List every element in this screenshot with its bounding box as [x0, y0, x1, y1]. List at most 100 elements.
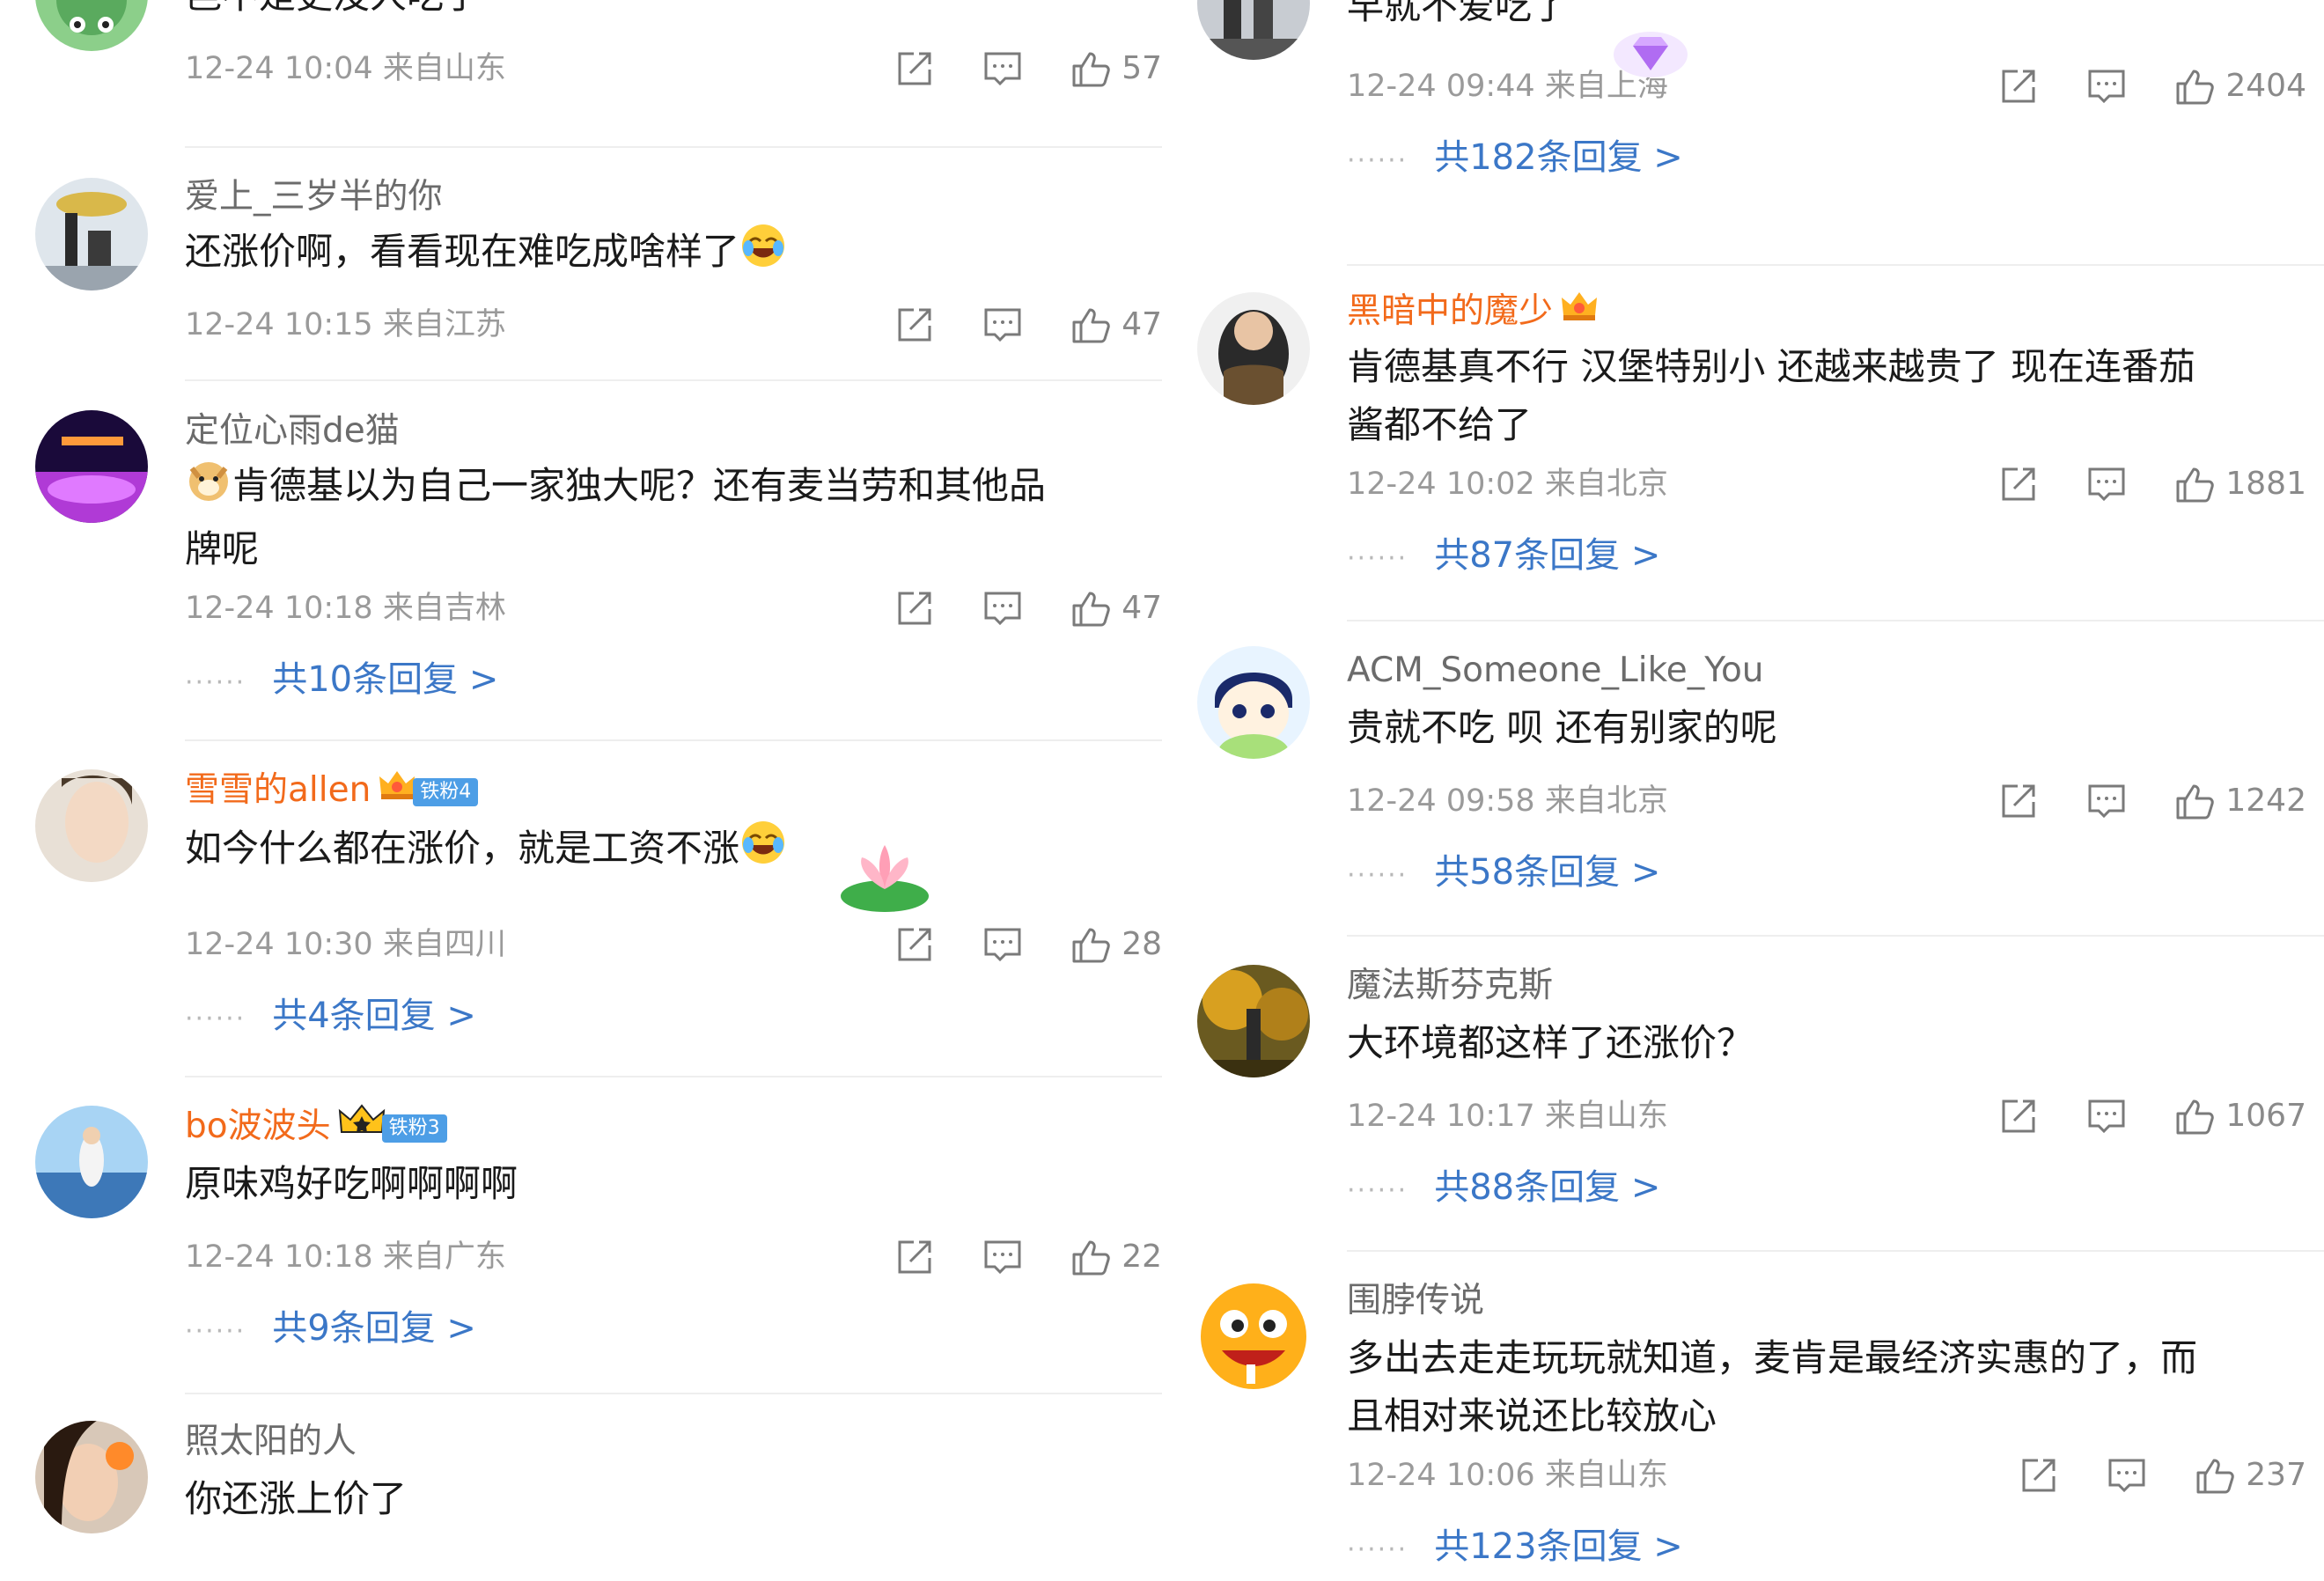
- view-replies-link[interactable]: ······ 共58条回复 >: [1347, 842, 2306, 903]
- divider: [185, 739, 1162, 741]
- avatar[interactable]: [1197, 965, 1310, 1077]
- like-icon[interactable]: [1070, 1237, 1111, 1277]
- user-name[interactable]: 围脖传说: [1347, 1276, 2306, 1326]
- user-name[interactable]: 魔法斯芬克斯: [1347, 961, 2306, 1011]
- user-name[interactable]: 雪雪的allen 铁粉4: [185, 766, 1162, 815]
- share-icon[interactable]: [894, 1237, 935, 1277]
- like-icon[interactable]: [1070, 305, 1111, 345]
- doge-emoji-icon: [185, 456, 232, 520]
- view-replies-link[interactable]: ······ 共87条回复 >: [1347, 525, 2306, 586]
- comment-text: 还涨价啊，看看现在难吃成啥样了: [185, 222, 1162, 286]
- comment-meta: 12-24 10:17 来自山东: [1347, 1099, 1668, 1134]
- share-icon[interactable]: [2019, 1455, 2059, 1496]
- comment-meta: 12-24 10:02 来自北京: [1347, 467, 1668, 502]
- share-icon[interactable]: [1998, 66, 2039, 107]
- user-name[interactable]: 爱上_三岁半的你: [185, 173, 1162, 222]
- like-icon[interactable]: [2195, 1455, 2235, 1496]
- comment-meta: 12-24 09:58 来自北京: [1347, 783, 1668, 819]
- crown-icon: [338, 1103, 386, 1153]
- comment-icon[interactable]: [2086, 464, 2127, 504]
- comment-icon[interactable]: [2086, 1096, 2127, 1136]
- user-name[interactable]: 黑暗中的魔少: [1347, 287, 2306, 336]
- comment-meta: 12-24 10:30 来自四川: [185, 927, 506, 962]
- comment-icon[interactable]: [982, 924, 1023, 965]
- comment-text: 你还涨上价了: [185, 1477, 408, 1520]
- avatar[interactable]: [35, 769, 148, 882]
- share-icon[interactable]: [894, 48, 935, 89]
- comment-icon[interactable]: [982, 305, 1023, 345]
- divider: [185, 146, 1162, 148]
- divider: [185, 379, 1162, 381]
- comment-meta: 12-24 10:15 来自江苏: [185, 307, 506, 342]
- crown-icon: [1560, 289, 1599, 338]
- comment-meta: 12-24 10:18 来自吉林: [185, 591, 506, 626]
- avatar[interactable]: [1197, 1280, 1310, 1393]
- like-icon[interactable]: [2174, 781, 2215, 821]
- avatar[interactable]: [35, 1106, 148, 1218]
- comment-text: 肯德基真不行 汉堡特别小 还越来越贵了 现在连番茄: [1347, 345, 2196, 388]
- comment-text: 肯德基以为自己一家独大呢？还有麦当劳和其他品: [185, 456, 1162, 520]
- view-replies-link[interactable]: ······ 共123条回复 >: [1347, 1516, 2306, 1577]
- comment-icon[interactable]: [2086, 66, 2127, 107]
- user-name[interactable]: 定位心雨de猫: [185, 407, 1162, 456]
- left-comment-column: 岂不是更没人吃了 12-24 10:04 来自山东 57 爱上_三岁半的你 还涨…: [0, 0, 1162, 1549]
- comment-text: 贵就不吃 呗 还有别家的呢: [1347, 706, 1777, 749]
- comment-icon[interactable]: [2107, 1455, 2147, 1496]
- avatar[interactable]: [1197, 646, 1310, 759]
- share-icon[interactable]: [1998, 1096, 2039, 1136]
- share-icon[interactable]: [894, 924, 935, 965]
- gem-decoration-icon: [1611, 19, 1690, 85]
- like-count: 237: [2246, 1457, 2306, 1493]
- like-count: 1881: [2225, 466, 2306, 502]
- like-icon[interactable]: [1070, 48, 1111, 89]
- avatar[interactable]: [1197, 292, 1310, 405]
- share-icon[interactable]: [894, 305, 935, 345]
- view-replies-link[interactable]: ······ 共4条回复 >: [185, 985, 1162, 1047]
- view-replies-link[interactable]: ······ 共9条回复 >: [185, 1298, 1162, 1359]
- divider: [1347, 1250, 2324, 1252]
- fan-badge: 铁粉4: [413, 777, 479, 806]
- comment-icon[interactable]: [982, 1237, 1023, 1277]
- comment-text: 多出去走走玩玩就知道，麦肯是最经济实惠的了，而: [1347, 1336, 2198, 1379]
- comment-icon[interactable]: [982, 48, 1023, 89]
- comment-text: 如今什么都在涨价，就是工资不涨: [185, 819, 1162, 883]
- laugh-emoji-icon: [739, 222, 787, 286]
- view-replies-link[interactable]: ······ 共182条回复 >: [1347, 127, 2306, 188]
- comment-text-line2: 牌呢: [185, 527, 260, 570]
- avatar[interactable]: [1197, 0, 1310, 60]
- comment-text-line2: 酱都不给了: [1347, 403, 1533, 446]
- like-count: 1242: [2225, 783, 2306, 819]
- like-icon[interactable]: [2174, 66, 2215, 107]
- share-icon[interactable]: [894, 588, 935, 629]
- user-name[interactable]: bo波波头 铁粉3: [185, 1102, 1162, 1151]
- avatar[interactable]: [35, 178, 148, 290]
- like-count: 28: [1122, 926, 1162, 962]
- like-icon[interactable]: [1070, 924, 1111, 965]
- user-name[interactable]: 照太阳的人: [185, 1417, 1162, 1467]
- avatar[interactable]: [35, 1421, 148, 1533]
- like-count: 22: [1122, 1239, 1162, 1275]
- fan-badge: 铁粉3: [381, 1114, 447, 1143]
- comment-text: 岂不是更没人吃了: [185, 0, 1162, 25]
- avatar[interactable]: [35, 410, 148, 523]
- divider: [185, 1393, 1162, 1394]
- avatar[interactable]: [35, 0, 148, 51]
- share-icon[interactable]: [1998, 464, 2039, 504]
- like-icon[interactable]: [2174, 1096, 2215, 1136]
- view-replies-link[interactable]: ······ 共10条回复 >: [185, 649, 1162, 710]
- like-icon[interactable]: [1070, 588, 1111, 629]
- comment-icon[interactable]: [982, 588, 1023, 629]
- right-comment-column: 早就不爱吃了 12-24 09:44 来自上海 2404 ······ 共182条…: [1162, 0, 2324, 1567]
- divider: [1347, 264, 2324, 266]
- like-count: 2404: [2225, 68, 2306, 104]
- like-count: 47: [1122, 306, 1162, 342]
- comment-text: 大环境都这样了还涨价？: [1347, 1021, 1754, 1064]
- divider: [1347, 620, 2324, 621]
- crown-icon: [378, 768, 416, 817]
- like-icon[interactable]: [2174, 464, 2215, 504]
- share-icon[interactable]: [1998, 781, 2039, 821]
- comment-icon[interactable]: [2086, 781, 2127, 821]
- view-replies-link[interactable]: ······ 共88条回复 >: [1347, 1157, 2306, 1218]
- user-name[interactable]: ACM_Someone_Like_You: [1347, 646, 2306, 695]
- laugh-emoji-icon: [739, 819, 787, 883]
